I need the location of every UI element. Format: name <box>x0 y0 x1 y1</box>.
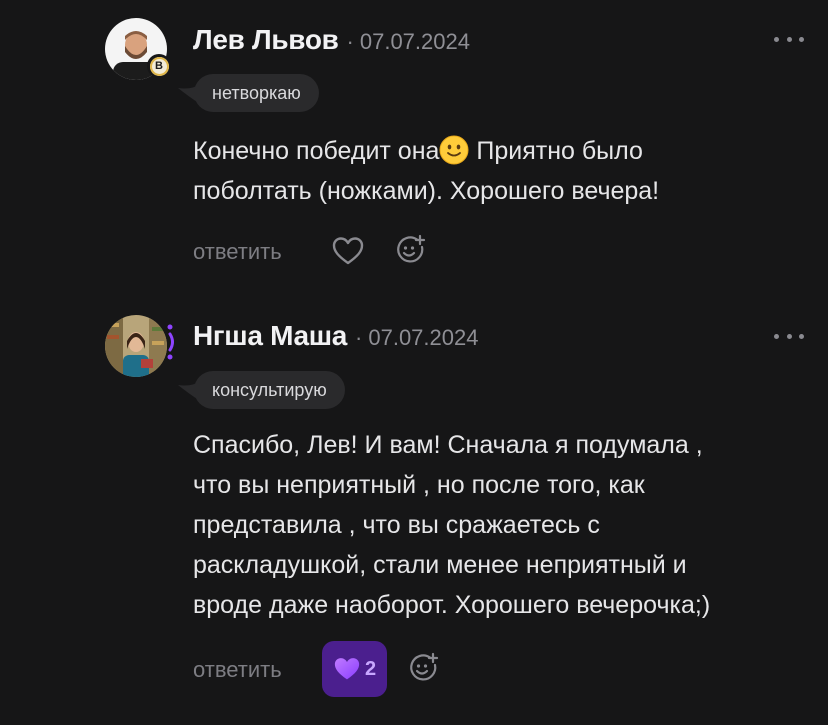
author-name[interactable]: Нгша Маша <box>193 320 347 352</box>
comment-text-line: что вы неприятный , но после того, как <box>193 471 645 499</box>
post-date: 07.07.2024 <box>368 325 479 350</box>
comment-text-line: Конечно победит она <box>193 137 440 165</box>
reply-button[interactable]: ответить <box>193 657 282 683</box>
heart-outline-icon[interactable] <box>332 236 364 271</box>
comment-text-after-emoji: Приятно было <box>469 137 643 165</box>
post-date: 07.07.2024 <box>359 29 470 54</box>
author-line: Нгша Маша · 07.07.2024 <box>193 320 478 352</box>
add-reaction-icon[interactable] <box>408 652 440 689</box>
comment-text-line: раскладушкой, стали менее неприятный и <box>193 551 687 579</box>
comment-text-line: представила , что вы сражаетесь с <box>193 511 600 539</box>
comment-text-line: поболтать (ножками). Хорошего вечера! <box>193 177 660 205</box>
tag-label: нетворкаю <box>194 74 319 112</box>
comment-text-line: Спасибо, Лев! И вам! Сначала я подумала … <box>193 431 703 459</box>
add-reaction-icon[interactable] <box>395 234 427 271</box>
more-options-icon[interactable] <box>774 32 804 46</box>
comment-text: Спасибо, Лев! И вам! Сначала я подумала … <box>193 425 813 625</box>
heart-filled-icon <box>334 658 360 680</box>
comment-text: Конечно победит она Приятно было поболта… <box>193 131 813 211</box>
verified-badge: B <box>147 54 171 78</box>
tag-label: консультирую <box>194 371 345 409</box>
like-button-active[interactable]: 2 <box>322 641 387 697</box>
more-options-icon[interactable] <box>774 329 804 343</box>
badge-letter: B <box>149 56 169 76</box>
separator: · <box>355 325 363 350</box>
slightly-smiling-face-icon <box>439 135 469 165</box>
author-line: Лев Львов · 07.07.2024 <box>193 24 470 56</box>
avatar[interactable] <box>105 315 167 377</box>
avatar-photo <box>105 315 167 377</box>
reply-button[interactable]: ответить <box>193 239 282 265</box>
separator: · <box>346 29 354 54</box>
comment-text-line: вроде даже наоборот. Хорошего вечерочка;… <box>193 591 711 619</box>
comment-item: B Лев Львов · 07.07.2024 нетворкаю Конеч… <box>0 0 828 300</box>
comment-item: Нгша Маша · 07.07.2024 консультирую Спас… <box>0 300 828 725</box>
like-count: 2 <box>364 657 377 680</box>
author-name[interactable]: Лев Львов <box>193 24 339 56</box>
avatar[interactable]: B <box>105 18 171 80</box>
story-ring-icon <box>167 324 174 360</box>
